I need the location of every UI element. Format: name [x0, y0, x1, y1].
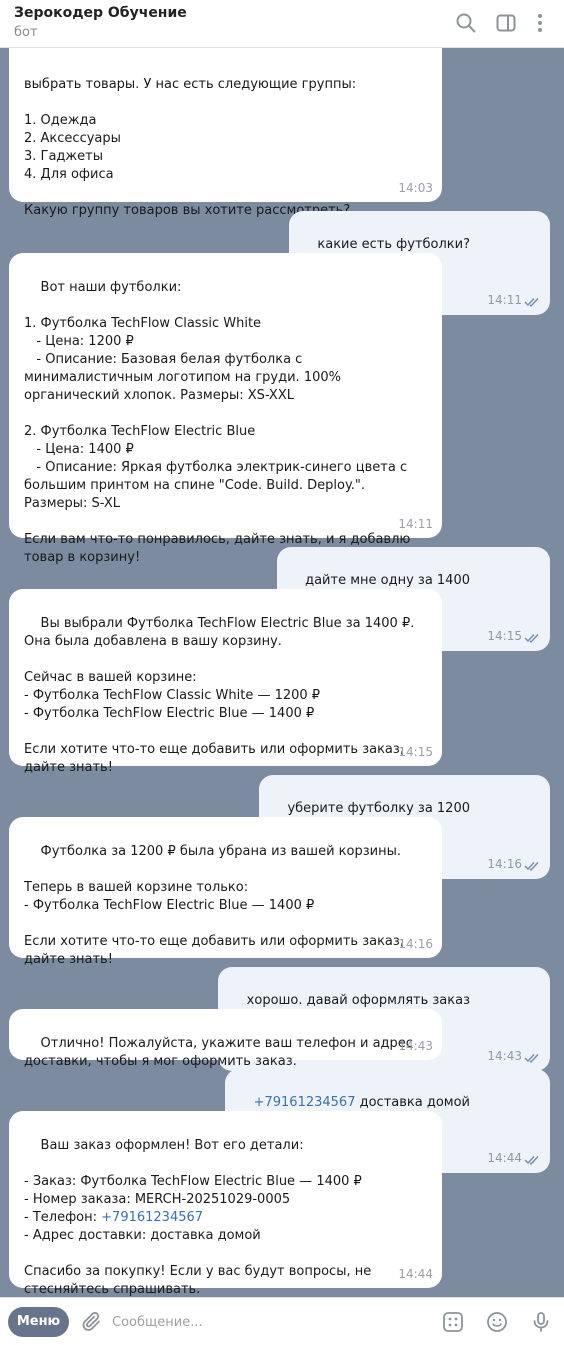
- chat-header: Зерокодер Обучение бот: [0, 0, 564, 48]
- message-time: 14:11: [398, 517, 433, 531]
- message-time: 14:15: [398, 745, 433, 759]
- message-time: 14:03: [398, 181, 433, 195]
- message-text: уберите футболку за 1200: [287, 801, 470, 816]
- menu-button[interactable]: Меню: [8, 1307, 69, 1337]
- emoji-icon[interactable]: [485, 1310, 509, 1334]
- message-input[interactable]: [112, 1307, 422, 1337]
- message-text: - Адрес доставки: доставка домой Спасибо…: [24, 1228, 372, 1297]
- sidebar-toggle-icon[interactable]: [494, 11, 518, 35]
- message-text: какие есть футболки?: [317, 237, 470, 252]
- incoming-message: Отлично! Пожалуйста, укажите ваш телефон…: [9, 1009, 442, 1069]
- more-options-icon[interactable]: [528, 11, 552, 35]
- composer-bar: Меню: [0, 1297, 564, 1345]
- message-time: 14:16: [398, 937, 433, 951]
- read-checkmarks-icon: [524, 634, 539, 643]
- message-time: 14:11: [487, 293, 522, 307]
- incoming-message: Вот наши футболки: 1. Футболка TechFlow …: [9, 253, 442, 565]
- message-time: 14:44: [487, 1151, 522, 1165]
- message-text: дайте мне одну за 1400: [305, 573, 470, 588]
- message-text: Вот наши футболки: 1. Футболка TechFlow …: [24, 280, 411, 565]
- message-text: хорошо. давай оформлять заказ: [246, 993, 470, 1008]
- message-text: доставка домой: [355, 1095, 470, 1110]
- message-text: Футболка за 1200 ₽ была убрана из вашей …: [24, 844, 404, 967]
- incoming-message: Футболка за 1200 ₽ была убрана из вашей …: [9, 817, 442, 967]
- chat-title[interactable]: Зерокодер Обучение: [14, 5, 187, 21]
- message-time: 14:44: [398, 1267, 433, 1281]
- microphone-icon[interactable]: [529, 1310, 553, 1334]
- message-list[interactable]: выбрать товары. У нас есть следующие гру…: [0, 48, 564, 1297]
- message-time: 14:43: [487, 1049, 522, 1063]
- read-checkmarks-icon: [524, 1054, 539, 1063]
- message-time: 14:43: [398, 1039, 433, 1053]
- chat-subtitle: бот: [14, 25, 38, 40]
- incoming-message: Ваш заказ оформлен! Вот его детали: - За…: [9, 1111, 442, 1297]
- read-checkmarks-icon: [524, 862, 539, 871]
- read-checkmarks-icon: [524, 1156, 539, 1165]
- bot-commands-icon[interactable]: [441, 1310, 465, 1334]
- phone-link[interactable]: +79161234567: [101, 1210, 203, 1225]
- attach-icon[interactable]: [80, 1310, 104, 1334]
- message-text: выбрать товары. У нас есть следующие гру…: [24, 77, 357, 218]
- phone-link[interactable]: +79161234567: [254, 1095, 356, 1110]
- incoming-message: выбрать товары. У нас есть следующие гру…: [9, 48, 442, 218]
- incoming-message: Вы выбрали Футболка TechFlow Electric Bl…: [9, 589, 442, 775]
- search-icon[interactable]: [454, 11, 478, 35]
- read-checkmarks-icon: [524, 298, 539, 307]
- message-text: Вы выбрали Футболка TechFlow Electric Bl…: [24, 616, 415, 775]
- message-time: 14:16: [487, 857, 522, 871]
- message-time: 14:15: [487, 629, 522, 643]
